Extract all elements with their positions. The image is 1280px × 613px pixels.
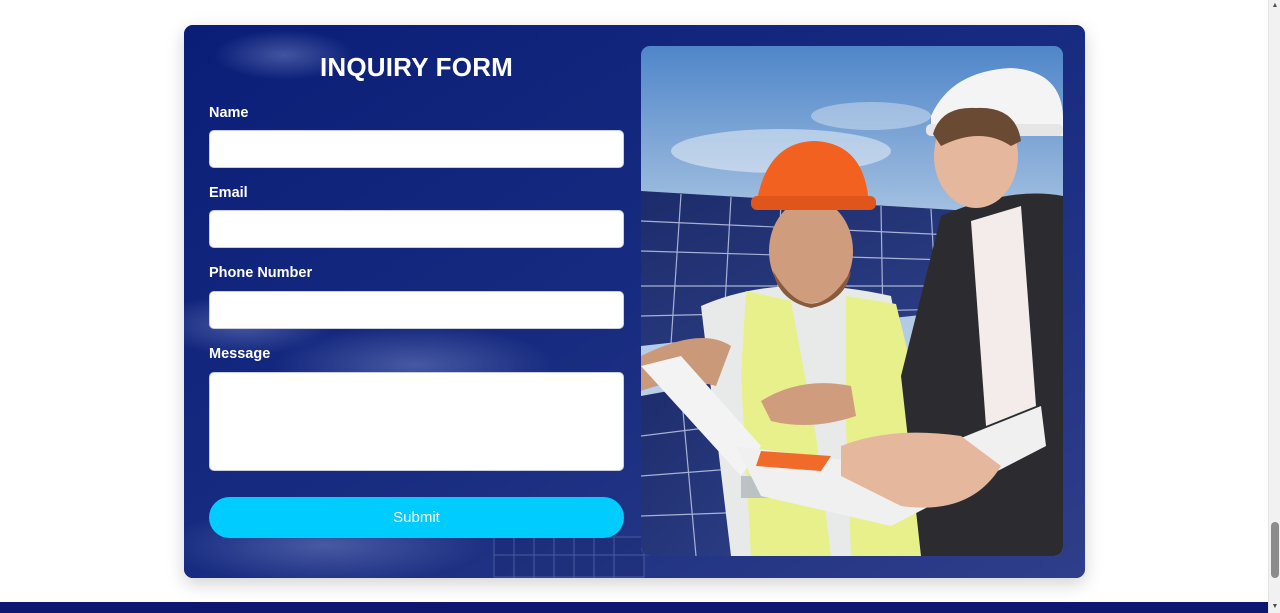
photo-illustration	[641, 46, 1063, 556]
message-textarea[interactable]	[209, 372, 624, 471]
name-label: Name	[209, 105, 249, 121]
phone-label: Phone Number	[209, 265, 313, 281]
page-scrollbar[interactable]: ▲ ▼	[1268, 0, 1280, 613]
message-label: Message	[209, 346, 271, 362]
submit-button[interactable]: Submit	[209, 497, 624, 538]
page: INQUIRY FORM Name Email Phone Number Mes…	[0, 0, 1280, 613]
scrollbar-thumb[interactable]	[1271, 522, 1279, 578]
solar-engineers-photo	[641, 46, 1063, 556]
phone-input[interactable]	[209, 291, 624, 329]
chevron-up-icon[interactable]: ▲	[1269, 0, 1280, 12]
inquiry-form: INQUIRY FORM Name Email Phone Number Mes…	[209, 25, 624, 578]
footer-bar	[0, 602, 1268, 613]
email-label: Email	[209, 185, 248, 201]
email-input[interactable]	[209, 210, 624, 248]
name-input[interactable]	[209, 130, 624, 168]
chevron-down-icon[interactable]: ▼	[1269, 601, 1280, 613]
form-title: INQUIRY FORM	[319, 52, 514, 82]
inquiry-card: INQUIRY FORM Name Email Phone Number Mes…	[184, 25, 1085, 578]
